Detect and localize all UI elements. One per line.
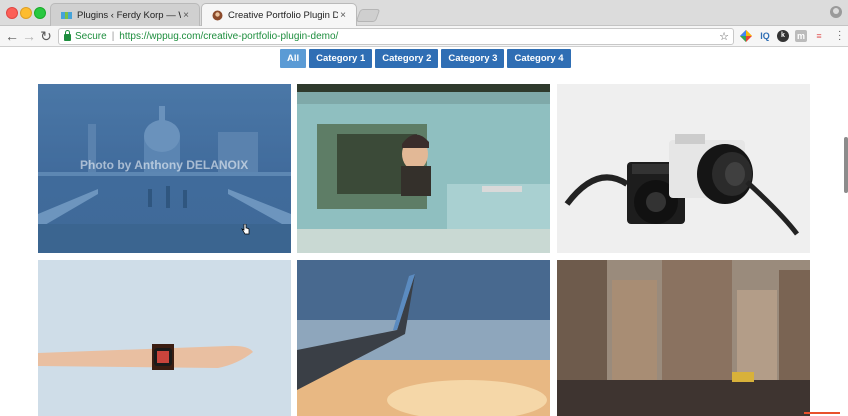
filter-category-2-button[interactable]: Category 2 xyxy=(375,49,439,68)
url-domain: https://wppug.com xyxy=(119,31,201,42)
tab-close-icon[interactable]: × xyxy=(181,10,191,21)
m-icon[interactable]: m xyxy=(795,30,807,42)
portfolio-item-london[interactable]: Photo by Anthony DELANOIX xyxy=(38,84,291,253)
new-tab-button[interactable] xyxy=(355,9,381,22)
portfolio-item-vintage-truck[interactable] xyxy=(297,84,550,253)
minimize-window-button[interactable] xyxy=(20,7,32,19)
mouse-cursor-icon xyxy=(241,224,250,235)
filter-all-button[interactable]: All xyxy=(280,49,307,68)
portfolio-item-smartwatch[interactable] xyxy=(38,260,291,416)
vintage-truck-image xyxy=(297,84,550,253)
url-separator: | xyxy=(111,31,115,42)
portfolio-item-city-street[interactable] xyxy=(557,260,810,416)
tab-creative-portfolio[interactable]: Creative Portfolio Plugin Demo × xyxy=(201,3,357,26)
portfolio-item-cameras[interactable] xyxy=(557,84,810,253)
airplane-wing-image xyxy=(297,260,550,416)
tab-close-icon[interactable]: × xyxy=(338,10,348,21)
filter-category-1-button[interactable]: Category 1 xyxy=(309,49,373,68)
smartwatch-image xyxy=(38,260,291,416)
tab-strip: Plugins ‹ Ferdy Korp — WordPress × Creat… xyxy=(0,0,848,26)
dark-circle-icon[interactable]: k xyxy=(777,30,789,42)
browser-menu-icon[interactable]: · · · xyxy=(838,27,842,45)
secure-label: Secure xyxy=(75,31,107,42)
filter-category-4-button[interactable]: Category 4 xyxy=(507,49,571,68)
maximize-window-button[interactable] xyxy=(34,7,46,19)
back-button[interactable]: ← xyxy=(4,28,20,44)
tab-wordpress-plugins[interactable]: Plugins ‹ Ferdy Korp — WordPress × xyxy=(50,3,200,26)
page-content: All Category 1 Category 2 Category 3 Cat… xyxy=(0,47,848,416)
filter-category-3-button[interactable]: Category 3 xyxy=(441,49,505,68)
city-street-image xyxy=(557,260,810,416)
address-bar[interactable]: Secure | https://wppug.com /creative-por… xyxy=(58,28,734,45)
gmail-icon[interactable] xyxy=(740,30,752,42)
browser-toolbar: ← → ↻ Secure | https://wppug.com /creati… xyxy=(0,26,848,47)
portfolio-favicon-icon xyxy=(212,10,223,20)
photo-credit-watermark: Photo by Anthony DELANOIX xyxy=(80,158,249,172)
reload-button[interactable]: ↻ xyxy=(38,28,54,44)
cameras-image xyxy=(557,84,810,253)
tab-title: Plugins ‹ Ferdy Korp — WordPress xyxy=(77,9,181,21)
profile-icon[interactable] xyxy=(830,6,842,18)
corner-accent-bar xyxy=(804,412,840,414)
tab-title: Creative Portfolio Plugin Demo xyxy=(228,9,338,21)
bookmark-star-icon[interactable]: ☆ xyxy=(719,30,729,43)
wordpress-plugins-favicon-icon xyxy=(61,11,72,19)
portfolio-item-airplane-wing[interactable] xyxy=(297,260,550,416)
forward-button[interactable]: → xyxy=(21,28,37,44)
tag-icon[interactable]: ≡ xyxy=(813,30,825,42)
portfolio-filter-bar: All Category 1 Category 2 Category 3 Cat… xyxy=(280,49,571,68)
iq-icon[interactable]: IQ xyxy=(759,30,771,42)
lock-icon xyxy=(64,30,71,41)
close-window-button[interactable] xyxy=(6,7,18,19)
page-scrollbar[interactable] xyxy=(844,137,848,193)
url-path: /creative-portfolio-plugin-demo/ xyxy=(200,31,339,42)
